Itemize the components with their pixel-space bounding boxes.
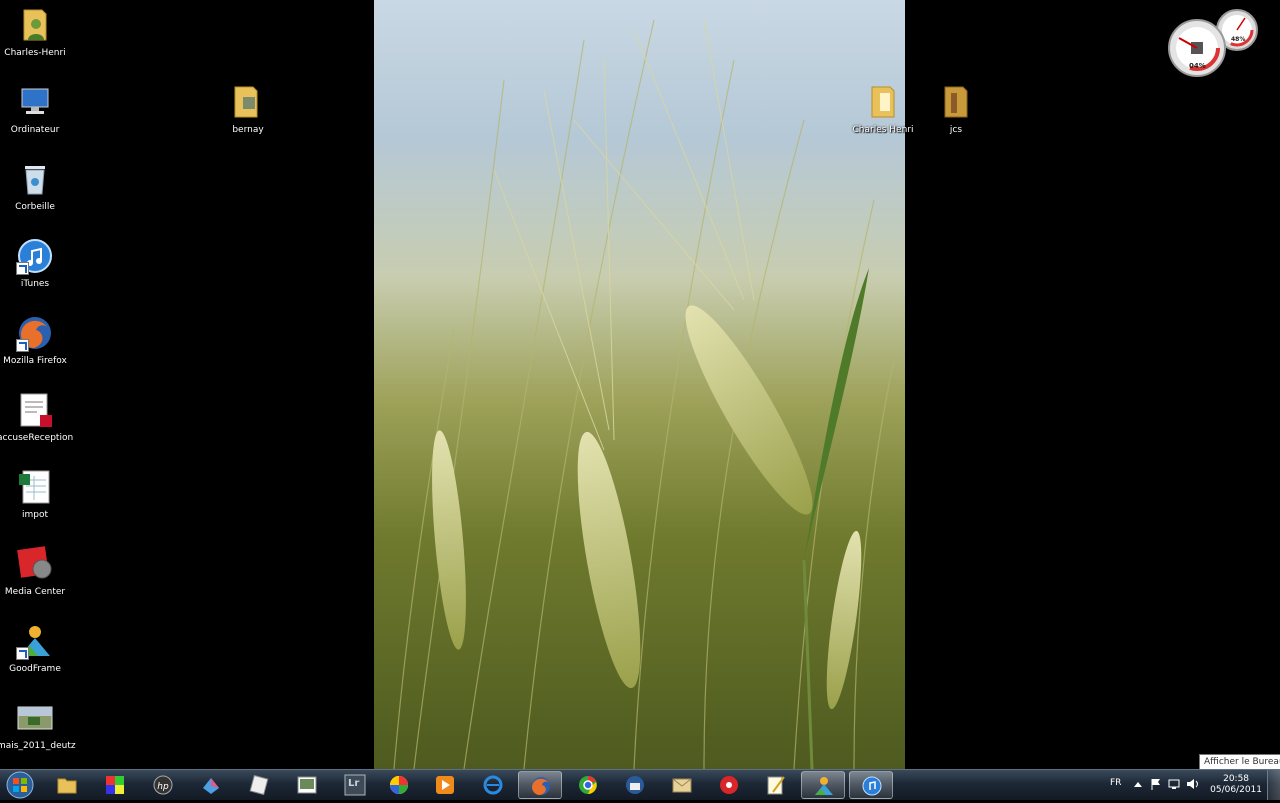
computer-icon xyxy=(21,88,49,114)
taskbar-hp[interactable]: hp xyxy=(141,771,185,799)
pdf-document-icon xyxy=(20,393,52,427)
shortcut-arrow-icon xyxy=(16,647,29,660)
photo-viewer-icon xyxy=(297,776,317,794)
firefox-icon xyxy=(532,777,550,795)
picasa-icon xyxy=(390,776,408,794)
desktop-icon-impot[interactable]: impot xyxy=(0,468,73,521)
media-player-icon xyxy=(436,776,454,794)
icon-label: impot xyxy=(21,510,48,520)
chrome-icon xyxy=(579,776,597,794)
desktop-icon-firefox[interactable]: Mozilla Firefox xyxy=(0,314,73,367)
tools-icon xyxy=(203,778,219,794)
clock[interactable]: 20:58 05/06/2011 xyxy=(1210,774,1262,796)
show-hidden-icons-icon[interactable] xyxy=(1134,781,1142,787)
taskbar-windows-explorer[interactable] xyxy=(45,771,89,799)
desktop-icon-corbeille[interactable]: Corbeille xyxy=(0,160,73,213)
desktop-icon-itunes[interactable]: iTunes xyxy=(0,237,73,290)
icon-label: Corbeille xyxy=(15,202,55,212)
folder-icon xyxy=(944,86,968,118)
taskbar-color-palette[interactable] xyxy=(93,771,137,799)
media-center-icon xyxy=(720,776,738,794)
desktop-icon-media-center[interactable]: Media Center xyxy=(0,545,73,598)
taskbar-lightroom[interactable]: Lr xyxy=(333,771,377,799)
svg-text:hp: hp xyxy=(157,782,169,792)
windows-logo-icon xyxy=(6,771,34,799)
cpu-percent-label: 04% xyxy=(1189,62,1206,70)
icon-label: jcs xyxy=(949,125,963,135)
taskbar-media-player[interactable] xyxy=(423,771,467,799)
hp-icon: hp xyxy=(153,775,173,795)
folder-icon xyxy=(234,86,258,118)
cpu-meter-gadget[interactable]: 04% 48% xyxy=(1165,6,1265,78)
sticker-icon xyxy=(249,774,269,796)
show-desktop-tooltip: Afficher le Bureau xyxy=(1199,754,1280,770)
icon-label: Charles-Henri xyxy=(4,48,66,58)
gauge-dials-icon xyxy=(1168,9,1258,77)
desktop: Charles-Henri Ordinateur Corbeille iTune… xyxy=(0,0,1280,769)
icon-label: Ordinateur xyxy=(10,125,60,135)
icon-label: iTunes xyxy=(20,279,50,289)
icon-label: mais_2011_deutz xyxy=(0,741,76,751)
color-palette-icon xyxy=(106,776,124,794)
taskbar-photo-viewer[interactable] xyxy=(285,771,329,799)
desktop-icon-bernay[interactable]: bernay xyxy=(210,83,286,136)
wheat-field-illustration xyxy=(393,19,895,769)
desktop-icon-accusereception[interactable]: accuseReception xyxy=(0,391,73,444)
icon-label: bernay xyxy=(232,125,264,135)
notepad-icon xyxy=(767,776,785,795)
internet-explorer-icon xyxy=(483,775,503,795)
taskbar: hp Lr FR 20:58 05/06/2011 xyxy=(0,769,1280,800)
desktop-icon-ordinateur[interactable]: Ordinateur xyxy=(0,83,73,136)
taskbar-thunderbird[interactable] xyxy=(613,771,657,799)
clock-date: 05/06/2011 xyxy=(1210,785,1262,795)
system-tray: FR 20:58 05/06/2011 xyxy=(1110,770,1280,800)
desktop-icon-charles-henri-folder[interactable]: Charles Henri xyxy=(845,83,921,136)
show-desktop-button[interactable] xyxy=(1267,770,1280,800)
volume-icon[interactable] xyxy=(1186,778,1200,790)
recycle-bin-icon xyxy=(25,166,45,195)
desktop-icon-mais-2011-deutz[interactable]: mais_2011_deutz xyxy=(0,699,76,752)
windows-explorer-icon xyxy=(57,778,77,794)
shortcut-arrow-icon xyxy=(16,262,29,275)
taskbar-internet-explorer[interactable] xyxy=(471,771,515,799)
action-center-flag-icon[interactable] xyxy=(1150,778,1162,790)
desktop-icon-jcs[interactable]: jcs xyxy=(918,83,994,136)
desktop-icon-charles-henri[interactable]: Charles-Henri xyxy=(0,6,73,59)
lightroom-label: Lr xyxy=(348,778,360,789)
wallpaper-image xyxy=(374,0,905,769)
goodframe-icon xyxy=(815,777,833,795)
network-icon[interactable] xyxy=(1168,778,1180,790)
taskbar-notepad[interactable] xyxy=(754,771,798,799)
icon-label: accuseReception xyxy=(0,433,74,443)
thunderbird-icon xyxy=(626,776,644,794)
taskbar-tools[interactable] xyxy=(189,771,233,799)
icon-label: Media Center xyxy=(4,587,66,597)
shortcut-arrow-icon xyxy=(16,339,29,352)
desktop-icon-goodframe[interactable]: GoodFrame xyxy=(0,622,73,675)
taskbar-picasa[interactable] xyxy=(377,771,421,799)
language-indicator[interactable]: FR xyxy=(1110,778,1121,788)
taskbar-media-center[interactable] xyxy=(707,771,751,799)
taskbar-sticker[interactable] xyxy=(237,771,281,799)
icon-label: Charles Henri xyxy=(852,125,914,135)
taskbar-chrome[interactable] xyxy=(566,771,610,799)
taskbar-mail[interactable] xyxy=(660,771,704,799)
taskbar-itunes[interactable] xyxy=(849,771,893,799)
icon-label: Mozilla Firefox xyxy=(3,356,67,366)
media-center-icon xyxy=(17,546,52,579)
user-folder-icon xyxy=(23,9,47,41)
mail-icon xyxy=(672,778,692,793)
icon-label: GoodFrame xyxy=(9,664,61,674)
start-button[interactable] xyxy=(3,771,37,799)
taskbar-goodframe[interactable] xyxy=(801,771,845,799)
memory-percent-label: 48% xyxy=(1231,36,1246,43)
photo-thumbnail-icon xyxy=(17,706,53,730)
clock-time: 20:58 xyxy=(1223,774,1250,784)
itunes-icon xyxy=(862,776,882,796)
excel-document-icon xyxy=(19,470,50,504)
taskbar-firefox[interactable] xyxy=(518,771,562,799)
folder-icon xyxy=(871,86,895,118)
